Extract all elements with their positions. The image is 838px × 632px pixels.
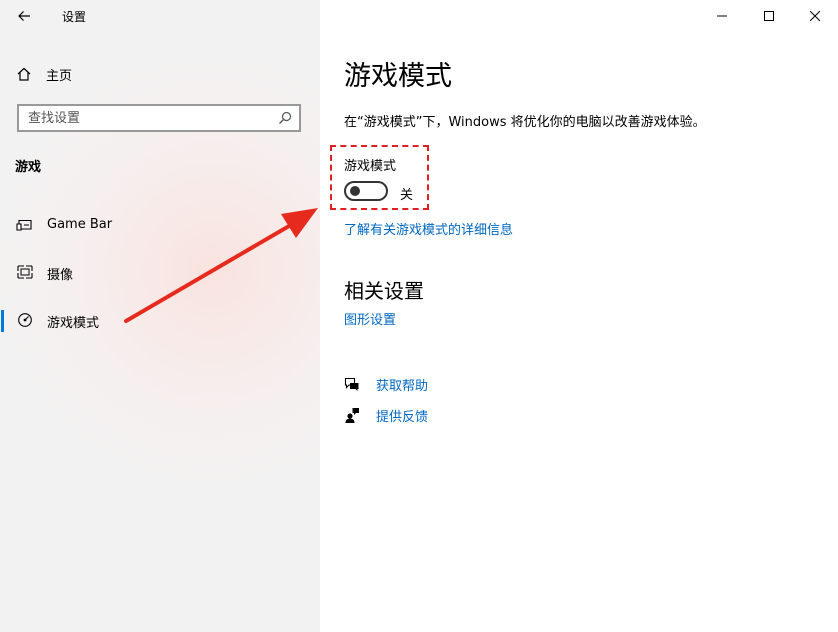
search-input[interactable]	[19, 106, 268, 130]
maximize-icon	[764, 11, 774, 21]
get-help-label: 获取帮助	[376, 378, 429, 394]
back-button[interactable]	[10, 4, 38, 28]
learn-more-link[interactable]: 了解有关游戏模式的详细信息	[344, 219, 513, 238]
minimize-button[interactable]	[699, 0, 745, 32]
page-title: 游戏模式	[344, 61, 452, 92]
back-arrow-icon	[18, 11, 30, 21]
page-description: 在“游戏模式”下，Windows 将优化你的电脑以改善游戏体验。	[344, 115, 706, 130]
sidebar-item-label: 摄像	[47, 268, 74, 283]
minimize-icon	[717, 15, 727, 17]
related-settings-title: 相关设置	[344, 279, 424, 303]
close-icon	[810, 11, 820, 21]
close-button[interactable]	[792, 0, 838, 32]
get-help-link[interactable]: 获取帮助	[344, 373, 428, 395]
capture-icon	[17, 265, 33, 279]
section-title: 游戏	[15, 160, 42, 175]
toggle-state: 关	[400, 188, 414, 203]
search-box[interactable]	[17, 104, 301, 132]
selection-indicator	[1, 310, 4, 332]
feedback-link[interactable]: 提供反馈	[344, 404, 428, 426]
search-icon[interactable]	[277, 110, 293, 126]
sidebar-item-home[interactable]: 主页	[16, 62, 72, 86]
graphics-settings-link[interactable]: 图形设置	[344, 309, 396, 328]
home-label: 主页	[46, 68, 73, 84]
sidebar-item-game-mode[interactable]: 游戏模式	[0, 304, 320, 336]
toggle-label: 游戏模式	[344, 159, 397, 174]
window-title: 设置	[62, 10, 87, 24]
sidebar-item-capture[interactable]: 摄像	[0, 256, 320, 288]
feedback-label: 提供反馈	[376, 409, 429, 425]
help-icon	[344, 377, 359, 391]
sidebar-item-label: Game Bar	[47, 217, 113, 232]
game-mode-toggle[interactable]	[344, 181, 388, 201]
game-bar-icon	[16, 219, 32, 231]
game-mode-icon	[18, 313, 32, 327]
home-icon	[17, 67, 31, 81]
sidebar-item-game-bar[interactable]: Game Bar	[0, 209, 320, 241]
maximize-button[interactable]	[746, 0, 792, 32]
main-panel	[320, 0, 838, 632]
sidebar-item-label: 游戏模式	[47, 316, 100, 331]
toggle-knob	[350, 186, 360, 196]
feedback-icon	[345, 408, 359, 423]
